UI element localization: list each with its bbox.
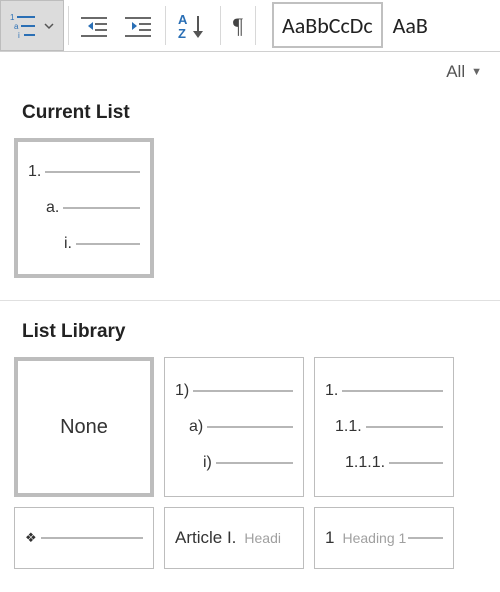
multilevel-list-button[interactable]: 1 a i	[0, 0, 64, 51]
separator	[165, 6, 166, 45]
decrease-indent-icon	[81, 13, 109, 39]
svg-text:1: 1	[10, 13, 15, 22]
separator	[255, 6, 256, 45]
increase-indent-icon	[125, 13, 153, 39]
level1-prefix: 1)	[175, 382, 189, 400]
level3-prefix: i.	[64, 235, 72, 253]
style-preview-partial[interactable]: AaB	[383, 0, 428, 51]
style-preview-label: AaBbCcDc	[282, 12, 373, 39]
svg-text:A: A	[178, 12, 188, 27]
style-preview-label: AaB	[393, 12, 428, 39]
separator	[68, 6, 69, 45]
level1-prefix: 1.	[28, 163, 41, 181]
level-line	[193, 390, 293, 392]
decrease-indent-button[interactable]	[73, 0, 117, 51]
level-line	[408, 537, 443, 539]
list-thumb-paren[interactable]: 1) a) i)	[164, 357, 304, 497]
current-list-gallery: 1. a. i.	[0, 138, 500, 278]
list-library-gallery: None 1) a) i) 1. 1.1. 1.1.1. ❖ Article I…	[0, 357, 500, 569]
level-line	[41, 537, 143, 539]
article-heading-text: Headi	[244, 530, 281, 546]
level-line	[216, 462, 293, 464]
level-line	[342, 390, 443, 392]
multilevel-list-gallery: All ▼ Current List 1. a. i. List Library…	[0, 52, 500, 569]
level-line	[45, 171, 140, 173]
level-line	[389, 462, 443, 464]
increase-indent-button[interactable]	[117, 0, 161, 51]
chevron-down-icon: ▼	[471, 66, 482, 78]
sort-button[interactable]: A Z	[170, 0, 216, 51]
multilevel-list-icon: 1 a i	[10, 13, 40, 39]
diamond-icon: ❖	[25, 530, 37, 546]
level2-prefix: a.	[46, 199, 59, 217]
list-thumb-current[interactable]: 1. a. i.	[14, 138, 154, 278]
heading-number: 1	[325, 528, 334, 548]
none-label: None	[28, 416, 140, 439]
gallery-filter-dropdown[interactable]: All ▼	[0, 52, 500, 88]
svg-text:a: a	[14, 22, 19, 31]
section-title-library: List Library	[0, 307, 500, 357]
list-thumb-numeric[interactable]: 1. 1.1. 1.1.1.	[314, 357, 454, 497]
svg-text:i: i	[18, 31, 20, 39]
svg-text:Z: Z	[178, 26, 186, 40]
level1-prefix: 1.	[325, 382, 338, 400]
show-marks-button[interactable]: ¶	[225, 0, 251, 51]
list-thumb-none[interactable]: None	[14, 357, 154, 497]
level3-prefix: i)	[203, 454, 212, 472]
ribbon: 1 a i A Z	[0, 0, 500, 52]
gallery-filter-label: All	[446, 62, 465, 82]
list-thumb-heading[interactable]: 1 Heading 1	[314, 507, 454, 569]
level2-prefix: a)	[189, 418, 203, 436]
section-title-current: Current List	[0, 88, 500, 138]
pilcrow-icon: ¶	[233, 13, 243, 39]
level3-prefix: 1.1.1.	[345, 454, 385, 472]
level-line	[207, 426, 293, 428]
article-prefix: Article I.	[175, 528, 236, 548]
list-thumb-bullet[interactable]: ❖	[14, 507, 154, 569]
list-thumb-article[interactable]: Article I. Headi	[164, 507, 304, 569]
level2-prefix: 1.1.	[335, 418, 362, 436]
dropdown-caret-icon	[44, 13, 54, 39]
style-preview-normal[interactable]: AaBbCcDc	[272, 2, 383, 48]
level-line	[63, 207, 140, 209]
heading-text: Heading 1	[342, 530, 406, 546]
sort-icon: A Z	[178, 12, 208, 40]
level-line	[366, 426, 443, 428]
separator	[220, 6, 221, 45]
level-line	[76, 243, 140, 245]
divider	[0, 300, 500, 301]
